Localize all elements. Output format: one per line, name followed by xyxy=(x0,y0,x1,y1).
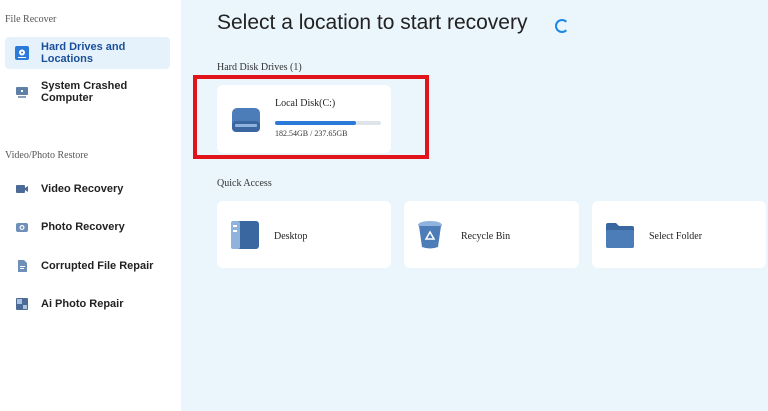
quick-access-label: Recycle Bin xyxy=(461,231,511,242)
recycle-bin-icon xyxy=(417,220,443,255)
main-panel: Select a location to start recovery Hard… xyxy=(181,0,768,411)
folder-icon xyxy=(605,221,635,254)
file-recover-section-title: File Recover xyxy=(5,14,57,25)
sidebar-item-hard-drives[interactable]: Hard Drives and Locations xyxy=(5,37,170,69)
sidebar-item-ai-photo-repair[interactable]: Ai Photo Repair xyxy=(5,288,170,320)
hard-disk-drives-title: Hard Disk Drives (1) xyxy=(217,62,302,73)
quick-access-desktop[interactable]: Desktop xyxy=(217,201,391,268)
sidebar-item-corrupted-file-repair[interactable]: Corrupted File Repair xyxy=(5,250,170,282)
sidebar-item-label: Corrupted File Repair xyxy=(41,260,154,272)
video-photo-section-title: Video/Photo Restore xyxy=(5,150,89,161)
quick-access-label: Desktop xyxy=(274,231,308,242)
refresh-icon[interactable] xyxy=(555,19,569,33)
video-camera-icon xyxy=(15,182,29,196)
sidebar-item-system-crashed[interactable]: System Crashed Computer xyxy=(5,76,170,108)
sidebar-item-label: System Crashed Computer xyxy=(41,80,128,104)
file-repair-icon xyxy=(15,259,29,273)
desktop-icon xyxy=(230,220,260,255)
selection-highlight-box xyxy=(193,75,429,159)
sidebar-item-photo-recovery[interactable]: Photo Recovery xyxy=(5,211,170,243)
sidebar-item-video-recovery[interactable]: Video Recovery xyxy=(5,173,170,205)
sidebar-item-label: Video Recovery xyxy=(41,183,124,195)
quick-access-recycle-bin[interactable]: Recycle Bin xyxy=(404,201,579,268)
hard-drive-icon xyxy=(15,46,29,60)
sidebar-item-label: Photo Recovery xyxy=(41,221,125,233)
quick-access-label: Select Folder xyxy=(649,231,703,242)
monitor-icon xyxy=(15,85,29,99)
sidebar-item-label: Ai Photo Repair xyxy=(41,298,124,310)
quick-access-title: Quick Access xyxy=(217,178,272,189)
quick-access-select-folder[interactable]: Select Folder xyxy=(592,201,766,268)
page-title: Select a location to start recovery xyxy=(217,11,528,34)
sidebar-item-label: Hard Drives and Locations xyxy=(41,41,126,65)
ai-photo-icon xyxy=(15,297,29,311)
camera-icon xyxy=(15,220,29,234)
sidebar: File Recover Hard Drives and Locations S… xyxy=(0,0,181,411)
